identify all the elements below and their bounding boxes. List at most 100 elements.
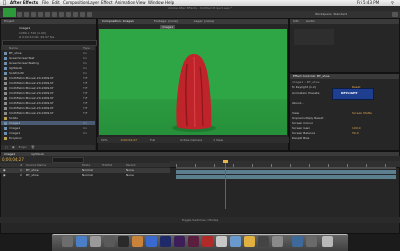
toggle-switches-modes-button[interactable]: Toggle Switches / Modes (182, 218, 219, 222)
effect-property-value[interactable]: Screen Matte (352, 111, 372, 115)
tab-info[interactable]: Info (293, 19, 299, 24)
current-time-indicator[interactable] (225, 161, 226, 209)
column-source-name[interactable]: Source Name (26, 163, 46, 167)
list-item[interactable]: ClothFabricMove2-20-2009.tif TIF (1, 76, 95, 80)
firefox-icon[interactable] (132, 236, 143, 247)
list-item[interactable]: ClothFabricMove2-20-2009.tif TIF (1, 96, 95, 100)
documents-stack-icon[interactable] (306, 236, 317, 247)
safari-icon[interactable] (76, 236, 87, 247)
layer-duration-bar[interactable] (176, 170, 396, 174)
activity-monitor-icon[interactable] (272, 236, 283, 247)
project-new-folder-icon[interactable]: □ (5, 145, 8, 149)
search-help-icon[interactable] (392, 12, 398, 17)
table-row[interactable]: ◉ 2 BT_shoe Normal None (0, 173, 170, 178)
effect-property-row[interactable]: Unpremultiply Result (292, 116, 398, 120)
list-item[interactable]: ClothFabricMove2-20-2009.tif TIF (1, 106, 95, 110)
column-mode[interactable]: Mode (82, 163, 90, 167)
list-item[interactable]: ClothFabricMove2-20-2009.tif TIF (1, 86, 95, 90)
terminal-icon[interactable] (258, 236, 269, 247)
timeline-timecode[interactable]: 0;00;04;27 (2, 157, 24, 162)
list-item-name: BT_shoe (9, 51, 22, 55)
rotate-tool-icon[interactable] (24, 12, 29, 17)
layer-parent[interactable]: None (126, 173, 134, 178)
project-trash-icon[interactable]: 🗑 (31, 145, 35, 149)
column-parent[interactable]: Parent (126, 163, 136, 167)
text-tool-icon[interactable] (59, 12, 64, 17)
effect-property-value[interactable]: 100.0 (352, 126, 361, 130)
acrobat-icon[interactable] (202, 236, 213, 247)
layer-visibility-icon[interactable]: ◉ (3, 173, 6, 178)
finder-icon[interactable] (62, 236, 73, 247)
tab-composition[interactable]: Composition: image1 (102, 19, 134, 24)
list-item[interactable]: SolidCloth Co (1, 71, 95, 75)
textedit-icon[interactable] (216, 236, 227, 247)
ichat-icon[interactable] (146, 236, 157, 247)
stickies-icon[interactable] (244, 236, 255, 247)
trash-icon[interactable] (322, 236, 333, 247)
folder-icon (4, 136, 7, 140)
zoom-tool-icon[interactable] (17, 12, 22, 17)
column-type[interactable]: Type (83, 46, 90, 50)
photoshop-icon[interactable] (160, 236, 171, 247)
list-item[interactable]: image1 Co (1, 121, 95, 125)
list-item[interactable]: ClothFabricMove2-20-2009.tif TIF (1, 111, 95, 115)
mask-tool-icon[interactable] (45, 12, 50, 17)
column-name[interactable]: Name (9, 46, 18, 50)
composition-viewer[interactable] (99, 29, 287, 135)
list-item[interactable]: ClothFabricMove2-20-2009.tif TIF (1, 91, 95, 95)
effect-property-value[interactable]: 50.0 (352, 131, 359, 135)
pen-tool-icon[interactable] (52, 12, 57, 17)
tab-effect-controls[interactable]: Effect Controls: BT_shoe (293, 74, 330, 79)
list-item-name: image1 (9, 121, 21, 125)
column-trkmat[interactable]: TrkMat (102, 163, 112, 167)
system-prefs-icon[interactable] (104, 236, 115, 247)
zoom-dropdown[interactable]: 50% (101, 138, 108, 142)
camera-tool-icon[interactable] (31, 12, 36, 17)
effect-property-row[interactable]: Screen Colour (292, 121, 398, 125)
list-item[interactable]: image1 Co (1, 126, 95, 130)
list-item[interactable]: image1 Co (1, 131, 95, 135)
layer-duration-bar[interactable] (176, 175, 396, 179)
list-item[interactable]: Dropbox (1, 136, 95, 140)
list-item[interactable]: ClothFabricMove2-20-2009.tif TIF (1, 81, 95, 85)
camera-dropdown[interactable]: Active Camera (180, 138, 202, 142)
premiere-icon[interactable] (188, 236, 199, 247)
after-effects-icon[interactable] (174, 236, 185, 247)
tab-footage[interactable]: Footage: (none) (154, 19, 178, 24)
list-item[interactable]: BT_shoe Co (1, 51, 95, 55)
list-item[interactable]: GreenScreenTest Co (1, 56, 95, 60)
layer-number[interactable]: 2 (20, 173, 22, 178)
pan-behind-tool-icon[interactable] (38, 12, 43, 17)
eraser-tool-icon[interactable] (80, 12, 85, 17)
view-layout-dropdown[interactable]: 1 View (213, 138, 223, 142)
clone-tool-icon[interactable] (73, 12, 78, 17)
puppet-tool-icon[interactable] (87, 12, 92, 17)
list-item[interactable]: ClothFabricMove2-20-2009.tif TIF (1, 101, 95, 105)
workspace-select[interactable]: Workspace: Standard (315, 12, 347, 16)
effect-property-row[interactable]: View Screen Matte (292, 111, 398, 115)
column-number[interactable]: # (20, 163, 23, 167)
tab-layer[interactable]: Layer: (none) (194, 19, 214, 24)
preview-icon[interactable] (230, 236, 241, 247)
itunes-icon[interactable] (118, 236, 129, 247)
viewer-timecode[interactable]: 0;00;04;27 (121, 138, 137, 142)
cti-handle-icon[interactable] (223, 160, 228, 163)
downloads-stack-icon[interactable] (292, 236, 303, 247)
effect-property-row[interactable]: Screen Balance 50.0 (292, 131, 398, 135)
project-new-comp-icon[interactable]: ▣ (12, 145, 15, 149)
effect-property-row[interactable]: About... (292, 101, 398, 105)
work-area-bar[interactable] (176, 167, 396, 169)
mail-icon[interactable] (90, 236, 101, 247)
list-item[interactable]: Solids (1, 116, 95, 120)
tab-project[interactable]: Project (4, 19, 14, 24)
layer-source-name[interactable]: BT_shoe (26, 173, 39, 178)
brush-tool-icon[interactable] (66, 12, 71, 17)
project-bpc[interactable]: 8 bpc (19, 145, 27, 149)
tab-audio[interactable]: Audio (306, 19, 315, 24)
effect-property-row[interactable]: Despill Bias (292, 136, 398, 140)
effect-property-row[interactable]: Screen Gain 100.0 (292, 126, 398, 130)
list-item[interactable]: lightbulb Co (1, 66, 95, 70)
layer-mode[interactable]: Normal (82, 173, 93, 178)
list-item[interactable]: GreenScreenTesting Co (1, 61, 95, 65)
resolution-dropdown[interactable]: Full (150, 138, 155, 142)
